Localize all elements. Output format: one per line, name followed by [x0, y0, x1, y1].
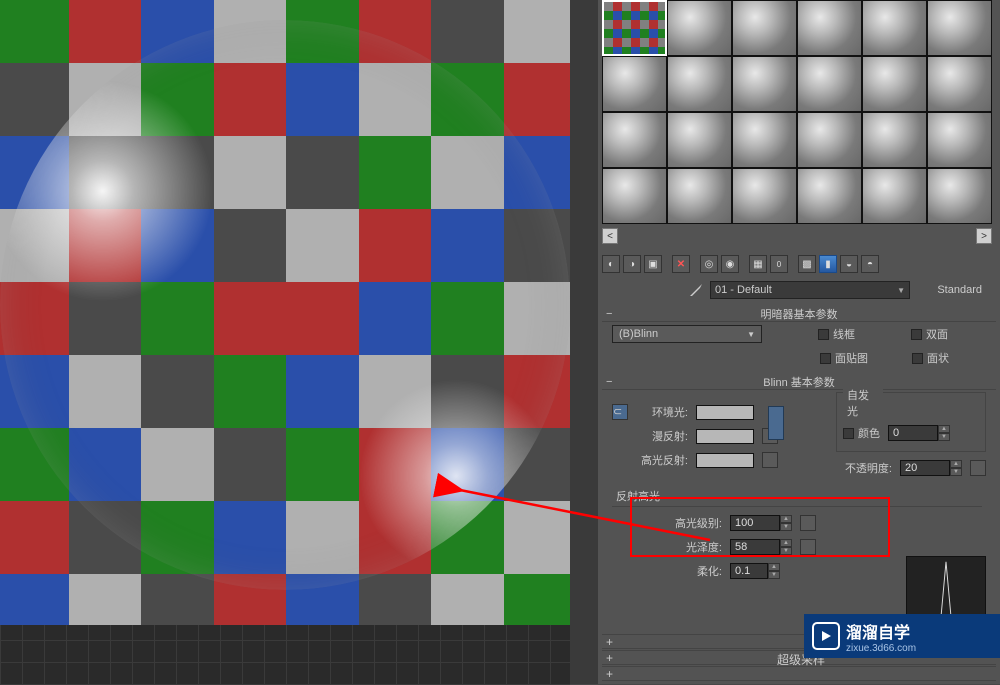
material-slot-21[interactable]: [797, 168, 862, 224]
specular-map-button[interactable]: [762, 452, 778, 468]
rollout-title: Blinn 基本参数: [763, 374, 835, 390]
material-slot-1[interactable]: [667, 0, 732, 56]
faceted-checkbox[interactable]: 面状: [912, 350, 949, 366]
scroll-left-button[interactable]: <: [602, 228, 618, 244]
material-id-icon[interactable]: 0: [770, 255, 788, 273]
play-logo-icon: [812, 622, 840, 650]
material-slot-8[interactable]: [732, 56, 797, 112]
show-end-result-icon[interactable]: ▮: [819, 255, 837, 273]
material-slot-11[interactable]: [927, 56, 992, 112]
rollout-title: 明暗器基本参数: [761, 306, 838, 322]
self-illum-spinner[interactable]: 0 ▲▼: [888, 425, 950, 441]
material-slot-15[interactable]: [797, 112, 862, 168]
opacity-label: 不透明度:: [845, 460, 892, 476]
go-parent-icon[interactable]: ◒: [840, 255, 858, 273]
chevron-down-icon: ▼: [747, 330, 755, 339]
material-slot-4[interactable]: [862, 0, 927, 56]
chevron-down-icon: ▼: [897, 286, 905, 295]
specular-highlights-label: 反射高光: [612, 486, 982, 506]
reset-material-icon[interactable]: ✕: [672, 255, 690, 273]
rollout-header-shader[interactable]: − 明暗器基本参数: [602, 306, 996, 322]
eyedropper-icon[interactable]: [688, 282, 704, 298]
put-material-icon[interactable]: ◑: [623, 255, 641, 273]
material-slot-22[interactable]: [862, 168, 927, 224]
spec-level-spinner[interactable]: 100 ▲▼: [730, 515, 792, 531]
preview-sphere: [0, 20, 570, 590]
collapse-icon: −: [606, 308, 612, 320]
facemap-checkbox[interactable]: 面贴图: [820, 350, 868, 366]
soften-spinner[interactable]: 0.1 ▲▼: [730, 563, 780, 579]
material-slot-23[interactable]: [927, 168, 992, 224]
viewport-panel: [0, 0, 570, 646]
material-editor-panel: < > ◐ ◑ ▣ ✕ ◎ ◉ ▦ 0 ▩ ▮ ◒ ◓ 01 - Default…: [570, 0, 1000, 684]
diffuse-swatch[interactable]: [696, 429, 754, 444]
material-toolbar: ◐ ◑ ▣ ✕ ◎ ◉ ▦ 0 ▩ ▮ ◒ ◓: [602, 253, 992, 275]
spec-level-map-button[interactable]: [800, 515, 816, 531]
material-slot-3[interactable]: [797, 0, 862, 56]
glossiness-label: 光泽度:: [662, 539, 722, 555]
glossiness-spinner[interactable]: 58 ▲▼: [730, 539, 792, 555]
material-slots-grid: [602, 0, 992, 224]
rollout-header-blinn[interactable]: − Blinn 基本参数: [602, 374, 996, 390]
ambient-label: 环境光:: [636, 404, 688, 420]
ambient-lock-icon[interactable]: ⊂: [612, 404, 628, 420]
get-material-icon[interactable]: ◐: [602, 255, 620, 273]
material-slot-7[interactable]: [667, 56, 732, 112]
opacity-map-button[interactable]: [970, 460, 986, 476]
material-preview-large: [0, 0, 570, 646]
show-map-icon[interactable]: ▩: [798, 255, 816, 273]
watermark-badge: 溜溜自学 zixue.3d66.com: [804, 614, 1000, 658]
self-illum-group-label: 自发光: [843, 385, 883, 421]
material-slot-12[interactable]: [602, 112, 667, 168]
material-slot-20[interactable]: [732, 168, 797, 224]
material-name-row: 01 - Default ▼ Standard: [602, 279, 992, 301]
ambient-swatch[interactable]: [696, 405, 754, 420]
go-forward-icon[interactable]: ◓: [861, 255, 879, 273]
two-sided-checkbox[interactable]: 双面: [911, 326, 948, 342]
material-slot-2[interactable]: [732, 0, 797, 56]
self-illum-color-checkbox[interactable]: 颜色: [843, 425, 880, 441]
material-slot-17[interactable]: [927, 112, 992, 168]
specular-label: 高光反射:: [636, 452, 688, 468]
divider-strip: [570, 0, 598, 684]
viewport-grid: [0, 625, 570, 685]
ambient-diffuse-lock-icon[interactable]: [768, 406, 784, 440]
material-slot-0[interactable]: [602, 0, 667, 56]
material-slot-9[interactable]: [797, 56, 862, 112]
scroll-right-button[interactable]: >: [976, 228, 992, 244]
put-library-icon[interactable]: ▦: [749, 255, 767, 273]
watermark-url: zixue.3d66.com: [846, 643, 916, 654]
spec-level-label: 高光级别:: [662, 515, 722, 531]
wireframe-checkbox[interactable]: 线框: [818, 326, 855, 342]
material-type-button[interactable]: Standard: [937, 284, 982, 296]
opacity-spinner[interactable]: 20 ▲▼: [900, 460, 962, 476]
material-slot-18[interactable]: [602, 168, 667, 224]
shader-select[interactable]: (B)Blinn ▼: [612, 325, 762, 343]
material-slot-5[interactable]: [927, 0, 992, 56]
material-slot-14[interactable]: [732, 112, 797, 168]
watermark-brand: 溜溜自学: [846, 619, 916, 643]
material-slot-19[interactable]: [667, 168, 732, 224]
glossiness-map-button[interactable]: [800, 539, 816, 555]
specular-curve-preview: [906, 556, 986, 618]
soften-label: 柔化:: [682, 563, 722, 579]
collapse-icon: −: [606, 376, 612, 388]
material-slot-6[interactable]: [602, 56, 667, 112]
specular-swatch[interactable]: [696, 453, 754, 468]
assign-material-icon[interactable]: ▣: [644, 255, 662, 273]
material-slot-16[interactable]: [862, 112, 927, 168]
material-name-text: 01 - Default: [715, 284, 772, 296]
shader-name: (B)Blinn: [619, 328, 658, 340]
make-copy-icon[interactable]: ◎: [700, 255, 718, 273]
material-slot-13[interactable]: [667, 112, 732, 168]
material-name-select[interactable]: 01 - Default ▼: [710, 281, 910, 299]
make-unique-icon[interactable]: ◉: [721, 255, 739, 273]
diffuse-label: 漫反射:: [636, 428, 688, 444]
rollout-collapsed-3[interactable]: +: [602, 666, 996, 681]
material-slot-10[interactable]: [862, 56, 927, 112]
